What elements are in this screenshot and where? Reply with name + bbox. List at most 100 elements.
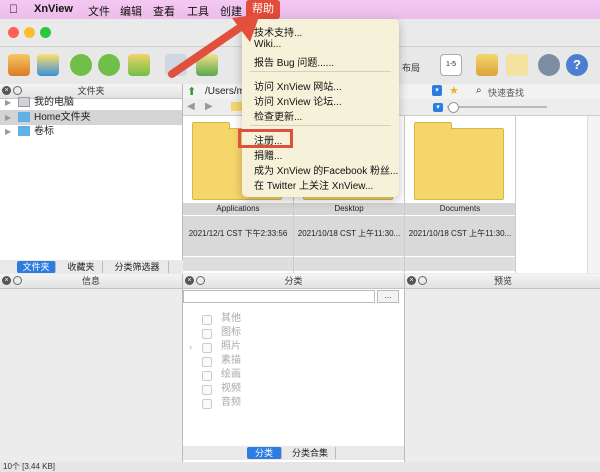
category-checkbox[interactable] [202, 385, 212, 395]
category-label: 视频 [221, 383, 241, 394]
menu-bar:  XnView 文件 编辑 查看 工具 创建 帮助 [0, 0, 600, 19]
thumbnail-date: 2021/10/18 CST 上午11:30... [294, 216, 404, 256]
tree-item-label: 我的电脑 [34, 97, 74, 108]
forward-icon[interactable]: ▶ [205, 101, 213, 112]
tab-category-filter[interactable]: 分类筛选器 [106, 261, 169, 273]
category-item[interactable]: › 照片 [183, 340, 404, 354]
back-icon[interactable]: ◀ [187, 101, 195, 112]
category-checkbox[interactable] [202, 357, 212, 367]
category-checkbox[interactable] [202, 371, 212, 381]
thumbnail-date: 2021/10/18 CST 上午11:30... [405, 216, 515, 256]
tab-favorites[interactable]: 收藏夹 [60, 261, 103, 273]
favorite-star-icon[interactable]: ★ [449, 84, 459, 97]
tab-categories[interactable]: 分类 [247, 447, 282, 459]
computer-icon [18, 97, 30, 107]
close-panel-icon[interactable]: × [185, 276, 194, 285]
register-highlight-box [238, 129, 293, 148]
category-panel-tabs: 分类 分类合集 [183, 446, 404, 460]
pin-panel-icon[interactable] [13, 86, 22, 95]
search-icon: ⌕ [476, 85, 482, 96]
tree-item-label: Home文件夹 [34, 112, 91, 123]
category-panel: × 分类 ... 其他 图标 › 照片 素描 绘画 视频 音频 分类 分类合集 [183, 274, 404, 462]
menu-item-twitter[interactable]: 在 Twitter 上关注 XnView... [254, 177, 373, 192]
category-checkbox[interactable] [202, 399, 212, 409]
category-item[interactable]: 其他 [183, 312, 404, 326]
tab-category-sets[interactable]: 分类合集 [285, 447, 336, 459]
zoom-window-button[interactable] [40, 27, 51, 38]
tab-folders[interactable]: 文件夹 [17, 261, 56, 273]
app-menu[interactable]: XnView [34, 3, 73, 15]
preview-panel-title: 预览 [493, 276, 512, 286]
menu-item-visit-forum[interactable]: 访问 XnView 论坛... [254, 93, 342, 108]
fullscreen-icon[interactable] [37, 54, 59, 76]
rotate-left-icon[interactable] [70, 54, 92, 76]
category-checkbox[interactable] [202, 315, 212, 325]
batch-icon[interactable] [506, 54, 528, 76]
thumbnail-date: 2021/12/1 CST 下午2:33:56 [183, 216, 293, 256]
menu-edit[interactable]: 编辑 [120, 3, 142, 19]
thumbnail-size-slider[interactable] [447, 106, 547, 108]
category-label: 音频 [221, 397, 241, 408]
layout-label[interactable]: 布局 [402, 61, 420, 74]
minimize-window-button[interactable] [24, 27, 35, 38]
info-panel-header: × 信息 [0, 274, 182, 289]
expand-arrow-icon[interactable]: ▶ [5, 110, 11, 125]
category-label: 绘画 [221, 369, 241, 380]
category-item[interactable]: 音频 [183, 396, 404, 410]
help-icon[interactable]: ? [566, 54, 588, 76]
status-bar: 10个 [3.44 KB] [0, 462, 600, 472]
page-range-icon[interactable]: 1-5 [440, 54, 462, 76]
category-label: 素描 [221, 355, 241, 366]
pin-panel-icon[interactable] [418, 276, 427, 285]
thumbnail-scrollbar[interactable] [587, 116, 600, 273]
thumbnail-name: Desktop [294, 203, 404, 215]
rotate-right-icon[interactable] [98, 54, 120, 76]
tree-item-volumes[interactable]: ▶ 卷标 [0, 124, 182, 139]
info-panel-title: 信息 [81, 276, 100, 286]
pin-panel-icon[interactable] [196, 276, 205, 285]
category-label: 图标 [221, 327, 241, 338]
preview-panel: × 预览 [404, 274, 600, 462]
category-item[interactable]: 绘画 [183, 368, 404, 382]
category-checkbox[interactable] [202, 343, 212, 353]
category-label: 照片 [221, 341, 241, 352]
close-window-button[interactable] [8, 27, 19, 38]
tree-item-computer[interactable]: ▶ 我的电脑 [0, 95, 182, 110]
category-checkbox[interactable] [202, 329, 212, 339]
pin-panel-icon[interactable] [13, 276, 22, 285]
category-item[interactable]: 图标 [183, 326, 404, 340]
menu-file[interactable]: 文件 [88, 3, 110, 19]
preview-panel-header: × 预览 [405, 274, 600, 289]
settings-gear-icon[interactable] [538, 54, 560, 76]
category-item[interactable]: 视频 [183, 382, 404, 396]
menu-separator [250, 125, 391, 126]
menu-item-facebook[interactable]: 成为 XnView 的Facebook 粉丝... [254, 162, 398, 177]
category-search-field[interactable] [183, 290, 375, 303]
folder-panel-tabs: 文件夹 收藏夹 分类筛选器 [0, 260, 182, 274]
tree-item-home[interactable]: ▶ Home文件夹 [0, 110, 182, 125]
path-dropdown-icon[interactable]: ▾ [432, 85, 442, 96]
sort-dropdown-icon[interactable]: ▾ [433, 103, 443, 112]
slider-handle[interactable] [448, 102, 459, 113]
folder-icon [414, 122, 504, 200]
folder-panel: × 文件夹 ▶ 我的电脑 ▶ Home文件夹 ▶ 卷标 [0, 84, 183, 260]
category-panel-title: 分类 [284, 276, 303, 286]
close-panel-icon[interactable]: × [2, 86, 11, 95]
close-panel-icon[interactable]: × [2, 276, 11, 285]
info-panel: × 信息 [0, 274, 183, 462]
category-item[interactable]: 素描 [183, 354, 404, 368]
category-label: 其他 [221, 313, 241, 324]
expand-arrow-icon[interactable]: › [189, 340, 192, 354]
expand-arrow-icon[interactable]: ▶ [5, 95, 11, 110]
thumbnail-item[interactable]: Documents 2021/10/18 CST 上午11:30... [405, 116, 516, 273]
close-panel-icon[interactable]: × [407, 276, 416, 285]
browse-icon[interactable] [8, 54, 30, 76]
category-more-button[interactable]: ... [377, 290, 399, 303]
menu-item-check-updates[interactable]: 检查更新... [254, 108, 302, 123]
expand-arrow-icon[interactable]: ▶ [5, 124, 11, 139]
convert-icon[interactable] [128, 54, 150, 76]
quick-search-input[interactable]: 快速查找 [488, 86, 524, 99]
apple-icon[interactable]:  [9, 2, 18, 16]
menu-item-donate[interactable]: 捐赠... [254, 147, 282, 162]
catalog-icon[interactable] [476, 54, 498, 76]
